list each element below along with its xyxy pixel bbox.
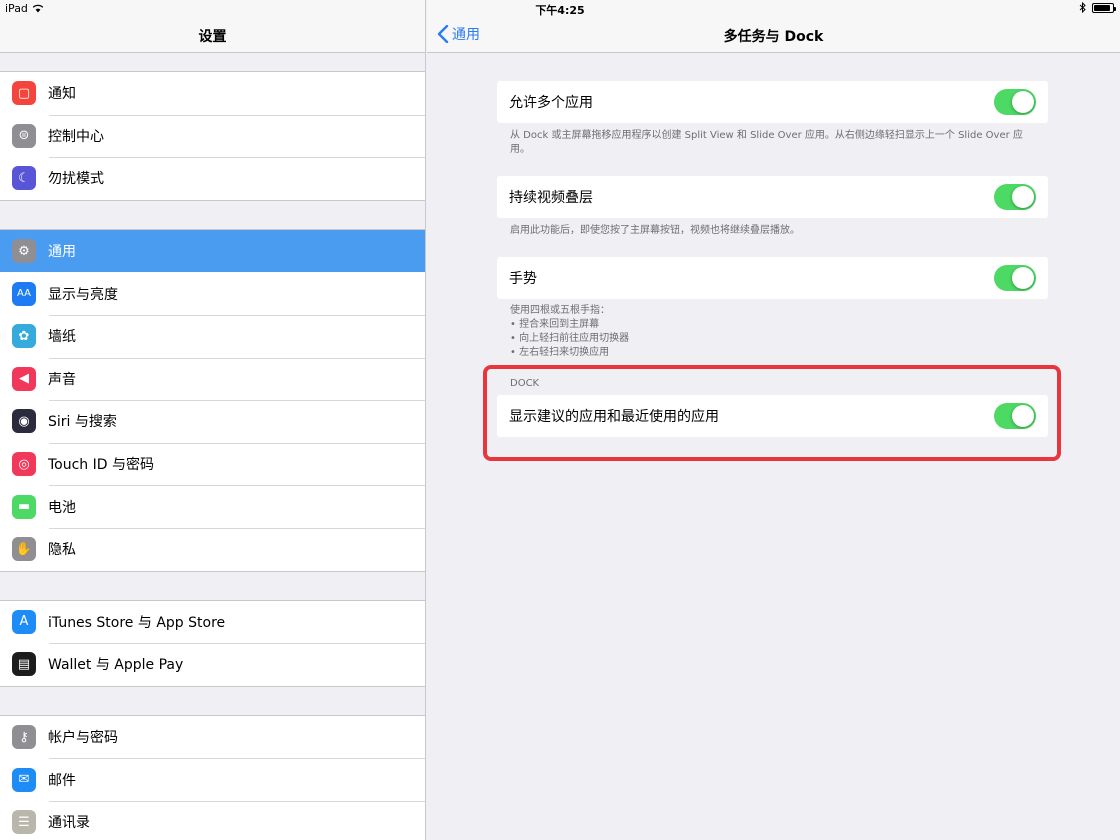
notifications-icon: ▢ [12, 81, 36, 106]
moon-icon: ☾ [12, 166, 36, 191]
sidebar-item-wallet[interactable]: ▤ Wallet 与 Apple Pay [0, 643, 425, 686]
sidebar-group: AiTunes Store 与 App Store ▤ Wallet 与 Apple… [0, 599, 425, 687]
status-bar: iPad 下午4:25 [0, 0, 1120, 18]
status-time: 下午4:25 [535, 4, 585, 17]
sidebar-item-label: 显示与亮度 [48, 286, 118, 303]
sidebar-item-label: iTunes Store 与 App Store [48, 614, 226, 631]
page-title: 多任务与 Dock [723, 29, 824, 45]
sidebar-item-label: 邮件 [48, 772, 76, 789]
sound-icon: ◀ [12, 366, 36, 391]
gear-icon: ⚙ [12, 239, 36, 264]
sidebar-item-label: 墙纸 [48, 329, 76, 346]
siri-icon: ◉ [12, 409, 36, 434]
gestures-footnote-line: • 向上轻扫前往应用切换器 [510, 333, 630, 344]
sidebar-item-moon[interactable]: ☾ 勿扰模式 [0, 157, 425, 200]
sidebar-item-contacts[interactable]: ☰ 通讯录 [0, 800, 425, 840]
toggle-knob [1012, 91, 1034, 113]
allow-multiple-apps-toggle[interactable] [994, 89, 1036, 115]
sidebar-item-app-store[interactable]: AiTunes Store 与 App Store [0, 601, 425, 644]
gestures-row: 手势 [497, 257, 1048, 299]
sidebar-item-fingerprint[interactable]: ◎ Touch ID 与密码 [0, 442, 425, 486]
fingerprint-icon: ◎ [12, 452, 36, 477]
toggle-knob [1012, 186, 1034, 208]
sidebar-item-label: 声音 [48, 371, 76, 388]
sidebar-title: 设置 [198, 29, 227, 45]
wallet-icon: ▤ [12, 652, 36, 677]
sidebar-group: ▢ 通知 ⊜ 控制中心 ☾ 勿扰模式 [0, 71, 425, 201]
sidebar-item-control-center[interactable]: ⊜ 控制中心 [0, 114, 425, 158]
settings-sidebar: 设置 ▢ 通知 ⊜ 控制中心 ☾ 勿扰模式 ⚙ 通用 AA 显示与亮度 ✿ 墙纸 ◀ 声音 ◉ Siri 与搜… [0, 0, 426, 840]
battery-icon: ▬ [12, 494, 36, 519]
sidebar-item-label: 电池 [48, 499, 76, 516]
sidebar-item-label: 勿扰模式 [48, 171, 104, 188]
sidebar-group: ⚙ 通用 AA 显示与亮度 ✿ 墙纸 ◀ 声音 ◉ Siri 与搜索 ◎ Touch ID 与密码 ▬ 电… [0, 228, 425, 572]
sidebar-item-key[interactable]: ⚷ 帐户与密码 [0, 716, 425, 759]
wallpaper-icon: ✿ [12, 324, 36, 349]
sidebar-item-label: 帐户与密码 [48, 730, 118, 747]
app-store-icon: A [12, 609, 36, 634]
sidebar-item-mail[interactable]: ✉ 邮件 [0, 758, 425, 801]
sidebar-item-display[interactable]: AA 显示与亮度 [0, 272, 425, 315]
sidebar-item-sound[interactable]: ◀ 声音 [0, 357, 425, 401]
toggle-knob [1012, 267, 1034, 289]
sidebar-item-label: 通讯录 [48, 815, 90, 832]
battery-indicator [1092, 2, 1116, 13]
sidebar-groups: ▢ 通知 ⊜ 控制中心 ☾ 勿扰模式 ⚙ 通用 AA 显示与亮度 ✿ 墙纸 ◀ 声音 ◉ Siri 与搜索 ◎ T… [0, 53, 425, 840]
bluetooth-icon [1079, 2, 1086, 13]
sidebar-item-gear[interactable]: ⚙ 通用 [0, 229, 425, 273]
allow-multiple-apps-footnote: 从 Dock 或主屏幕拖移应用程序以创建 Split View 和 Slide … [510, 130, 1023, 155]
sidebar-item-wallpaper[interactable]: ✿ 墙纸 [0, 314, 425, 358]
sidebar-item-label: 通用 [48, 244, 76, 261]
contacts-icon: ☰ [12, 810, 36, 835]
sidebar-item-label: 通知 [48, 86, 76, 103]
sidebar-item-label: 隐私 [48, 542, 76, 559]
allow-multiple-apps-row: 允许多个应用 [497, 81, 1048, 123]
gestures-footnote: 使用四根或五根手指： • 捏合来回到主屏幕 • 向上轻扫前往应用切换器 • 左右… [510, 304, 1030, 360]
highlight-box [483, 365, 1061, 461]
sidebar-item-hand[interactable]: ✋ 隐私 [0, 527, 425, 571]
status-right [1079, 2, 1116, 13]
gestures-toggle[interactable] [994, 265, 1036, 291]
sidebar-item-siri[interactable]: ◉ Siri 与搜索 [0, 400, 425, 443]
sidebar-item-notifications[interactable]: ▢ 通知 [0, 72, 425, 115]
sidebar-item-label: 控制中心 [48, 128, 104, 145]
persistent-video-overlay-footnote: 启用此功能后，即使您按了主屏幕按钮，视频也将继续叠层播放。 [510, 225, 800, 236]
sidebar-item-label: Touch ID 与密码 [48, 457, 154, 474]
display-icon: AA [12, 281, 36, 306]
sidebar-item-battery[interactable]: ▬ 电池 [0, 485, 425, 528]
gestures-footnote-line: • 左右轻扫来切换应用 [510, 347, 610, 358]
sidebar-group: ⚷ 帐户与密码 ✉ 邮件 ☰ 通讯录 [0, 714, 425, 840]
gestures-footnote-line: 使用四根或五根手指： [510, 305, 610, 316]
gestures-footnote-line: • 捏合来回到主屏幕 [510, 319, 600, 330]
persistent-video-overlay-toggle[interactable] [994, 184, 1036, 210]
persistent-video-overlay-row: 持续视频叠层 [497, 176, 1048, 218]
main-panel: 通用 多任务与 Dock 允许多个应用 从 Dock 或主屏幕拖移应用程序以创建… [427, 0, 1120, 840]
hand-icon: ✋ [12, 537, 36, 562]
control-center-icon: ⊜ [12, 123, 36, 148]
gestures-label: 手势 [509, 271, 537, 287]
mail-icon: ✉ [12, 767, 36, 792]
persistent-video-overlay-label: 持续视频叠层 [509, 190, 593, 206]
sidebar-item-label: Wallet 与 Apple Pay [48, 657, 184, 674]
battery-fill [1094, 4, 1111, 11]
sidebar-item-label: Siri 与搜索 [48, 414, 117, 431]
allow-multiple-apps-label: 允许多个应用 [509, 95, 593, 111]
key-icon: ⚷ [12, 725, 36, 750]
